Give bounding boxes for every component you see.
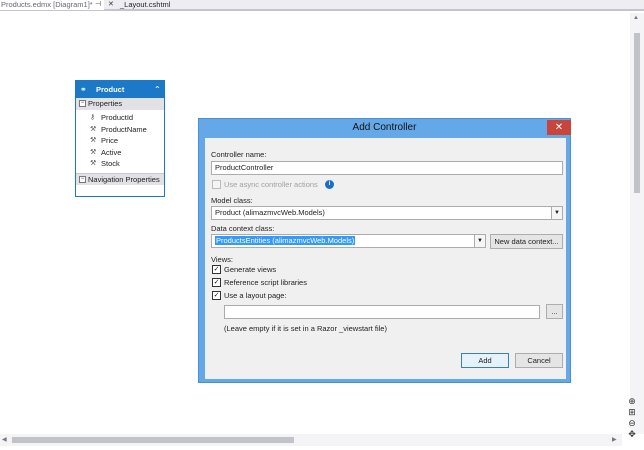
model-class-value: Product (alimazmvcWeb.Models) (215, 208, 325, 217)
model-class-select[interactable]: Product (alimazmvcWeb.Models) ▼ (211, 206, 563, 220)
collapse-minus-icon[interactable]: − (79, 175, 86, 183)
wrench-icon: ⚒ (90, 125, 97, 133)
data-context-select[interactable]: ProductsEntities (alimazmvcWeb.Models) ▼ (211, 234, 486, 248)
collapse-minus-icon[interactable]: − (79, 100, 86, 107)
close-icon[interactable]: ✕ (547, 120, 571, 135)
scroll-up-icon[interactable]: ▲ (633, 15, 639, 21)
entity-icon: ⚭ (80, 85, 87, 94)
model-class-label: Model class: (211, 196, 253, 205)
zoom-to-fit-icon[interactable]: ⊞ (624, 407, 640, 418)
property-item[interactable]: ⚒ Price (76, 135, 164, 147)
entity-title: Product (96, 85, 125, 94)
generate-views-checkbox[interactable]: ✓ (212, 265, 221, 274)
wrench-icon: ⚒ (90, 137, 97, 144)
entity-product[interactable]: ⚭ Product ⌃ − Properties ⚷ ProductId ⚒ Pro… (75, 80, 165, 197)
pan-icon[interactable]: ✥ (624, 429, 640, 440)
zoom-in-icon[interactable]: ⊕ (624, 396, 640, 407)
generate-views-label: Generate views (224, 265, 277, 274)
tab-layout-cshtml[interactable]: _Layout.cshtml (120, 0, 170, 10)
property-item[interactable]: ⚒ Stock (76, 158, 164, 170)
zoom-toolbar: ⊕ ⊞ ⊖ ✥ (624, 396, 640, 440)
async-checkbox[interactable] (212, 180, 221, 189)
entity-header[interactable]: ⚭ Product ⌃ (76, 81, 164, 98)
scroll-right-icon[interactable]: ▶ (612, 436, 617, 443)
navigation-properties-section[interactable]: − Navigation Properties (76, 172, 164, 185)
properties-section-header[interactable]: − Properties (76, 98, 164, 110)
vertical-scrollbar[interactable]: ▲ (630, 13, 644, 434)
reference-scripts-checkbox[interactable]: ✓ (212, 278, 221, 287)
use-layout-label: Use a layout page: (224, 291, 287, 300)
info-icon[interactable]: i (325, 180, 334, 189)
collapse-chevron-icon[interactable]: ⌃ (154, 81, 161, 98)
navigation-properties-label: Navigation Properties (88, 174, 160, 184)
property-item[interactable]: ⚷ ProductId (76, 112, 164, 124)
data-context-label: Data context class: (211, 224, 275, 233)
close-tab-icon[interactable]: ✕ (108, 0, 114, 10)
document-tab-strip: Products.edmx [Diagram1]* ⊣ ✕ _Layout.cs… (0, 0, 644, 11)
chevron-down-icon[interactable]: ▼ (474, 235, 485, 247)
property-list: ⚷ ProductId ⚒ ProductName ⚒ Price ⚒ Active ⚒… (76, 110, 164, 173)
properties-label: Properties (88, 99, 123, 108)
property-item[interactable]: ⚒ Active (76, 147, 164, 159)
add-button[interactable]: Add (461, 353, 509, 368)
dialog-body: Controller name: ProductController Use a… (205, 138, 566, 379)
chevron-down-icon[interactable]: ▼ (551, 207, 562, 219)
data-context-value: ProductsEntities (alimazmvcWeb.Models) (215, 236, 356, 245)
add-controller-dialog: Add Controller ✕ Controller name: Produc… (198, 118, 571, 383)
new-data-context-button[interactable]: New data context... (490, 234, 563, 249)
key-icon: ⚷ (90, 114, 96, 121)
wrench-icon: ⚒ (90, 160, 97, 167)
horizontal-scrollbar[interactable]: ◀ ▶ (0, 434, 622, 446)
layout-hint: (Leave empty if it is set in a Razor _vi… (224, 324, 387, 333)
zoom-out-icon[interactable]: ⊖ (624, 418, 640, 429)
views-label: Views: (211, 255, 233, 264)
cancel-button[interactable]: Cancel (515, 353, 563, 368)
controller-name-input[interactable]: ProductController (211, 161, 563, 175)
property-item[interactable]: ⚒ ProductName (76, 124, 164, 136)
controller-name-label: Controller name: (211, 150, 267, 159)
async-label: Use async controller actions (224, 180, 318, 189)
browse-button[interactable]: ... (546, 304, 563, 319)
dialog-title: Add Controller (352, 122, 417, 133)
vertical-scroll-thumb[interactable] (634, 33, 640, 193)
use-layout-checkbox[interactable]: ✓ (212, 291, 221, 300)
pin-icon[interactable]: ⊣ (95, 0, 101, 10)
reference-scripts-label: Reference script libraries (224, 278, 307, 287)
scroll-left-icon[interactable]: ◀ (2, 436, 7, 443)
tab-products-edmx[interactable]: Products.edmx [Diagram1]* (0, 0, 104, 10)
horizontal-scroll-thumb[interactable] (12, 437, 294, 443)
wrench-icon: ⚒ (90, 148, 97, 156)
layout-path-input[interactable] (224, 305, 540, 319)
